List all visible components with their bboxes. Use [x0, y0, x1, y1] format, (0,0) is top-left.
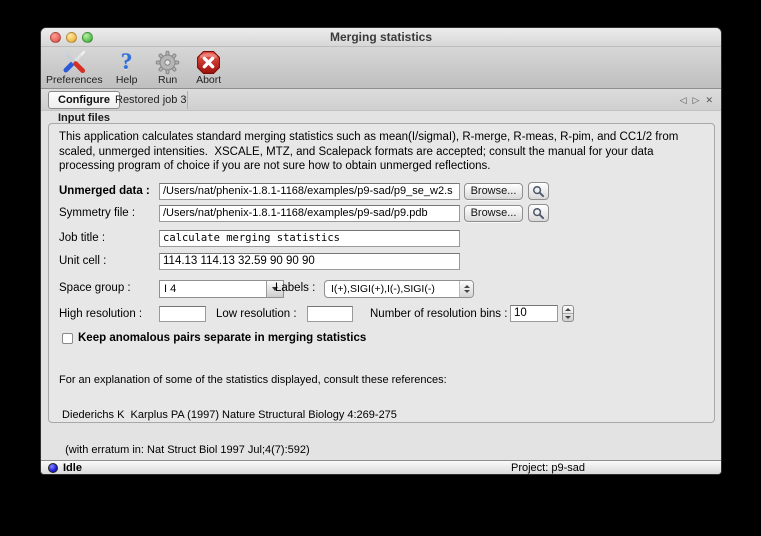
- status-orb-icon: [48, 463, 58, 473]
- input-files-panel: This application calculates standard mer…: [48, 123, 715, 423]
- labels-value: I(+),SIGI(+),I(-),SIGI(-): [325, 281, 459, 297]
- preferences-label: Preferences: [46, 74, 103, 86]
- content-area: Input files This application calculates …: [41, 111, 721, 460]
- low-resolution-label: Low resolution :: [216, 306, 297, 323]
- unit-cell-input[interactable]: 114.13 114.13 32.59 90 90 90: [159, 253, 460, 270]
- low-resolution-input[interactable]: [307, 306, 353, 322]
- high-resolution-label: High resolution :: [59, 306, 142, 323]
- unit-cell-label: Unit cell :: [59, 253, 106, 270]
- symmetry-file-label: Symmetry file :: [59, 205, 135, 222]
- resolution-bins-input[interactable]: 10: [510, 305, 558, 322]
- run-button[interactable]: Run: [151, 49, 185, 86]
- resolution-bins-stepper[interactable]: [562, 305, 574, 322]
- abort-button[interactable]: Abort: [192, 49, 226, 86]
- magnifier-icon: [532, 185, 545, 198]
- space-group-combobox[interactable]: I 4: [159, 280, 284, 298]
- question-icon: ?: [114, 49, 140, 75]
- job-title-label: Job title :: [59, 230, 105, 247]
- high-resolution-input[interactable]: [159, 306, 206, 322]
- symmetry-file-input[interactable]: /Users/nat/phenix-1.8.1-1168/examples/p9…: [159, 205, 460, 222]
- unmerged-data-view-button[interactable]: [528, 182, 549, 200]
- stepper-up-icon[interactable]: [563, 306, 573, 314]
- references-block: For an explanation of some of the statis…: [59, 351, 447, 475]
- unmerged-data-input[interactable]: /Users/nat/phenix-1.8.1-1168/examples/p9…: [159, 183, 460, 200]
- gear-icon: [155, 49, 181, 75]
- tab-navigation: ◁ ▷ ✕: [680, 89, 713, 111]
- reference-line: Diederichs K Karplus PA (1997) Nature St…: [59, 410, 447, 422]
- unmerged-data-label: Unmerged data :: [59, 183, 150, 200]
- tab-next-icon[interactable]: ▷: [693, 95, 700, 106]
- stepper-down-icon[interactable]: [563, 314, 573, 321]
- space-group-label: Space group :: [59, 280, 131, 297]
- symmetry-file-browse-button[interactable]: Browse...: [464, 205, 523, 222]
- title-bar: Merging statistics: [41, 28, 721, 47]
- space-group-value: I 4: [160, 281, 266, 297]
- desktop-background: Merging statistics Preferences: [0, 0, 761, 536]
- keep-anomalous-checkbox[interactable]: [62, 333, 73, 344]
- job-title-input[interactable]: calculate merging statistics: [159, 230, 460, 247]
- symmetry-file-view-button[interactable]: [528, 204, 549, 222]
- resolution-bins-label: Number of resolution bins :: [370, 306, 507, 323]
- run-label: Run: [158, 74, 177, 86]
- unmerged-data-browse-button[interactable]: Browse...: [464, 183, 523, 200]
- help-label: Help: [116, 74, 138, 86]
- toolbar: Preferences ? Help: [41, 47, 721, 89]
- keep-anomalous-label: Keep anomalous pairs separate in merging…: [78, 330, 366, 347]
- window-title: Merging statistics: [41, 28, 721, 47]
- labels-popup[interactable]: I(+),SIGI(+),I(-),SIGI(-): [324, 280, 474, 298]
- tab-separator: [187, 91, 188, 109]
- project-label: Project: p9-sad: [511, 461, 585, 475]
- description-text: This application calculates standard mer…: [59, 130, 709, 174]
- status-text: Idle: [63, 461, 82, 475]
- abort-label: Abort: [196, 74, 221, 86]
- labels-label: Labels :: [275, 280, 315, 297]
- references-intro: For an explanation of some of the statis…: [59, 375, 447, 387]
- magnifier-icon: [532, 207, 545, 220]
- popup-stepper-icon: [459, 281, 473, 297]
- app-window: Merging statistics Preferences: [40, 27, 722, 475]
- tab-close-icon[interactable]: ✕: [705, 95, 713, 106]
- tab-bar: Configure Restored job 3 ◁ ▷ ✕: [41, 89, 721, 111]
- stop-icon: [196, 49, 222, 75]
- tools-icon: [61, 49, 87, 75]
- preferences-button[interactable]: Preferences: [46, 49, 103, 86]
- tab-prev-icon[interactable]: ◁: [680, 95, 687, 106]
- tab-restored-job[interactable]: Restored job 3: [103, 91, 199, 109]
- status-bar: Idle Project: p9-sad: [41, 460, 721, 474]
- help-button[interactable]: ? Help: [110, 49, 144, 86]
- reference-line: (with erratum in: Nat Struct Biol 1997 J…: [59, 445, 447, 457]
